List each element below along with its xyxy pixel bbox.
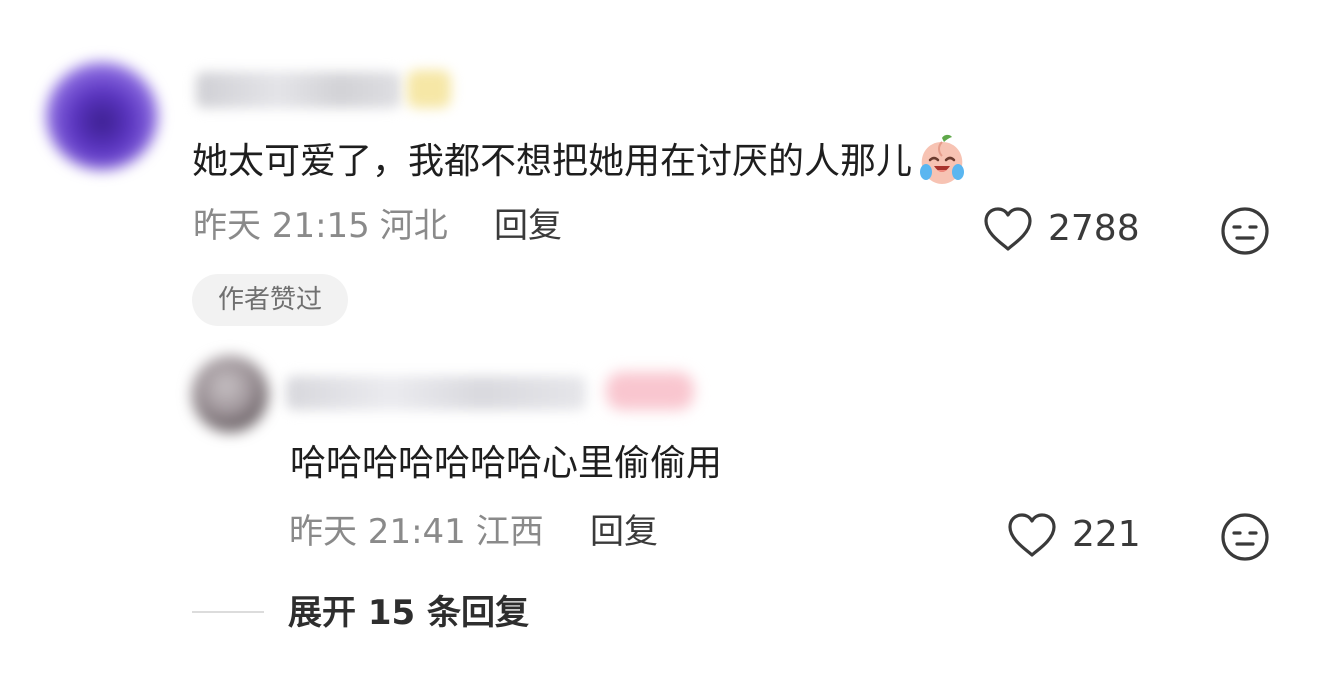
comment-thread: 她太可爱了，我都不想把她用在讨厌的人那儿 昨天 21:15 河北 回复 2788 …	[0, 0, 1320, 689]
reply-text: 哈哈哈哈哈哈哈心里偷偷用	[290, 443, 723, 484]
comment-location: 河北	[379, 206, 448, 246]
expand-divider	[192, 611, 264, 613]
like-button[interactable]: 2788	[982, 205, 1140, 253]
reply-button[interactable]: 回复	[494, 206, 562, 246]
replier-avatar[interactable]	[192, 356, 268, 432]
comment-time: 昨天 21:15	[193, 206, 370, 246]
replier-username-blurred[interactable]	[286, 376, 586, 410]
replier-badge-blurred	[606, 372, 694, 410]
heart-icon	[984, 207, 1032, 251]
comment-text: 她太可爱了，我都不想把她用在讨厌的人那儿	[192, 134, 970, 188]
like-count: 2788	[1048, 208, 1140, 249]
reply-location: 江西	[475, 512, 544, 552]
expand-replies-button[interactable]: 展开 15 条回复	[288, 592, 529, 634]
commenter-avatar[interactable]	[46, 62, 158, 170]
author-liked-badge: 作者赞过	[192, 274, 348, 326]
reply-meta: 昨天 21:41 江西	[289, 512, 544, 552]
crying-laughing-peach-emoji-icon	[920, 134, 965, 184]
reply-reply-button[interactable]: 回复	[590, 512, 658, 552]
comment-meta: 昨天 21:15 河北	[193, 206, 448, 246]
commenter-badge-blurred	[407, 70, 451, 108]
heart-icon	[1008, 513, 1056, 557]
reply-time: 昨天 21:41	[289, 512, 466, 552]
reply-like-button[interactable]: 221	[1006, 511, 1141, 559]
dislike-face-icon[interactable]	[1220, 512, 1270, 562]
comment-text-content: 她太可爱了，我都不想把她用在讨厌的人那儿	[192, 141, 913, 182]
reply-like-count: 221	[1072, 514, 1141, 555]
dislike-face-icon[interactable]	[1220, 206, 1270, 256]
commenter-username-blurred[interactable]	[196, 72, 401, 108]
